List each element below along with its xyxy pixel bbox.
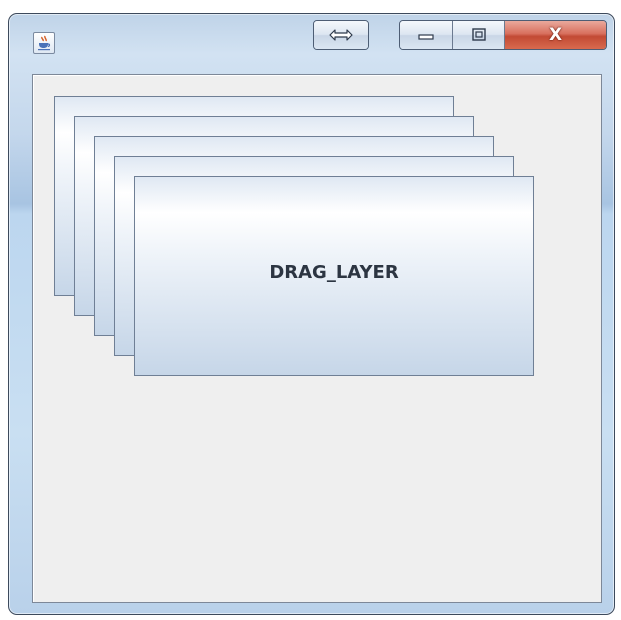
coffee-cup-icon — [38, 35, 51, 51]
minimize-button[interactable] — [400, 21, 452, 49]
drag-layer-card[interactable]: DRAG_LAYER — [134, 176, 534, 376]
title-bar[interactable]: X — [9, 14, 614, 72]
drag-layer-label: DRAG_LAYER — [269, 262, 399, 283]
double-arrow-icon — [329, 29, 353, 41]
close-button[interactable]: X — [504, 21, 606, 49]
maximize-button[interactable] — [452, 21, 504, 49]
caption-buttons: X — [399, 20, 607, 50]
close-icon: X — [548, 24, 563, 45]
minimize-icon — [418, 34, 434, 40]
drag-button-group — [313, 20, 369, 50]
app-window: X DRAG_LAYER — [8, 13, 615, 615]
drag-button[interactable] — [314, 21, 368, 49]
content-pane: DRAG_LAYER — [32, 74, 602, 603]
java-app-icon[interactable] — [33, 32, 55, 54]
maximize-icon — [471, 28, 486, 41]
